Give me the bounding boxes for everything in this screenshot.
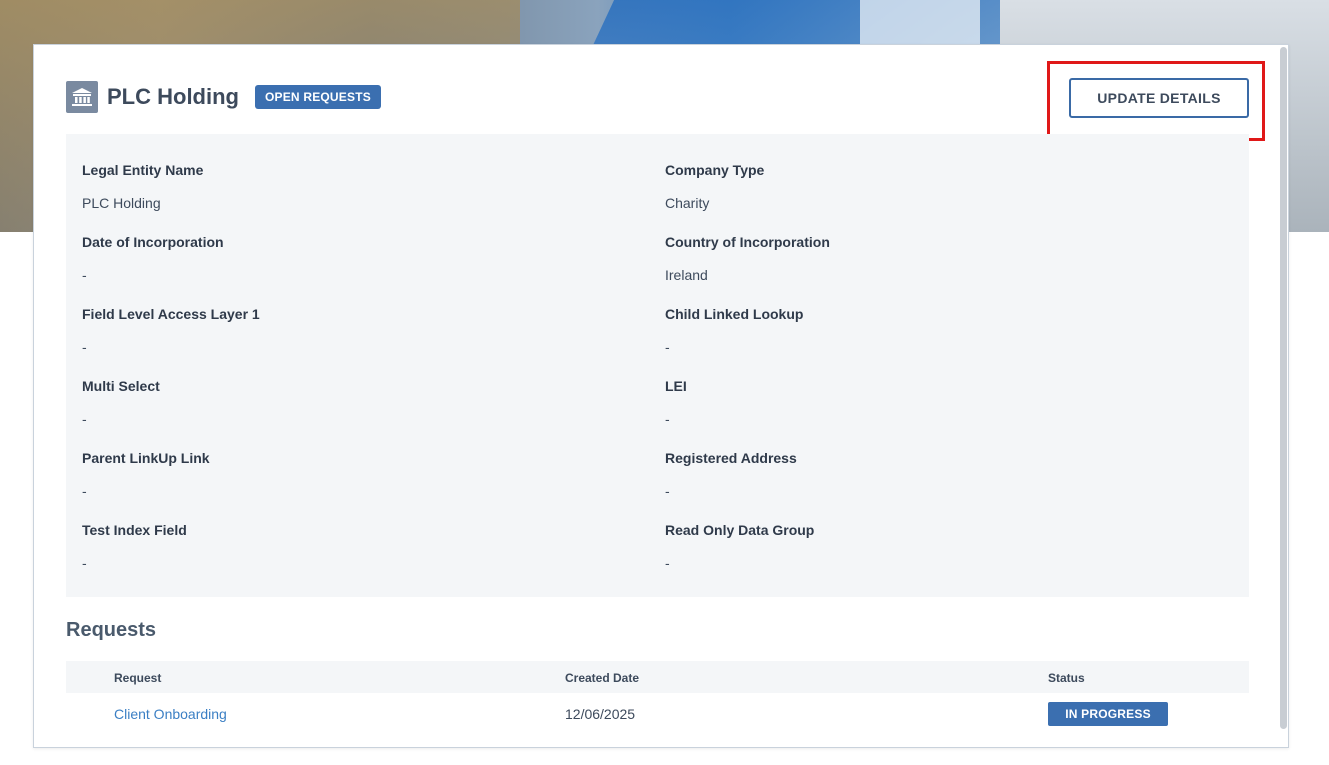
field-read-only-data-group: Read Only Data Group - [665, 522, 1165, 571]
field-label: Registered Address [665, 450, 797, 466]
field-date-of-incorporation: Date of Incorporation - [82, 234, 582, 283]
field-multi-select: Multi Select - [82, 378, 582, 427]
field-lei: LEI - [665, 378, 1165, 427]
field-label: LEI [665, 378, 687, 394]
field-value: - [665, 483, 670, 499]
request-link[interactable]: Client Onboarding [114, 706, 227, 722]
field-value: - [665, 555, 670, 571]
field-label: Date of Incorporation [82, 234, 224, 250]
field-label: Read Only Data Group [665, 522, 815, 538]
field-value: - [82, 555, 87, 571]
open-requests-badge: OPEN REQUESTS [254, 85, 381, 109]
field-label: Multi Select [82, 378, 160, 394]
column-header-status[interactable]: Status [1048, 671, 1085, 685]
field-label: Country of Incorporation [665, 234, 830, 250]
field-country-of-incorporation: Country of Incorporation Ireland [665, 234, 1165, 283]
field-value: - [665, 339, 670, 355]
field-label: Field Level Access Layer 1 [82, 306, 260, 322]
field-child-linked-lookup: Child Linked Lookup - [665, 306, 1165, 355]
scrollbar[interactable] [1280, 47, 1287, 729]
field-label: Child Linked Lookup [665, 306, 804, 322]
entity-header: PLC Holding OPEN REQUESTS [66, 81, 381, 113]
field-value: - [82, 411, 87, 427]
status-badge: IN PROGRESS [1048, 702, 1168, 726]
requests-heading: Requests [66, 619, 157, 641]
column-header-created-date[interactable]: Created Date [565, 671, 639, 685]
field-value: PLC Holding [82, 195, 161, 211]
created-date: 12/06/2025 [565, 706, 636, 722]
field-label: Legal Entity Name [82, 162, 204, 178]
field-value: - [82, 339, 87, 355]
field-parent-linkup-link: Parent LinkUp Link - [82, 450, 582, 499]
field-registered-address: Registered Address - [665, 450, 1165, 499]
table-row: Client Onboarding 12/06/2025 IN PROGRESS [66, 695, 1249, 733]
field-access-layer-1: Field Level Access Layer 1 - [82, 306, 582, 355]
requests-table-header: Request Created Date Status [66, 661, 1249, 693]
field-label: Company Type [665, 162, 765, 178]
update-details-button[interactable]: UPDATE DETAILS [1069, 78, 1249, 118]
field-value: - [82, 483, 87, 499]
column-header-request[interactable]: Request [114, 671, 161, 685]
field-value: - [82, 267, 87, 283]
page-title: PLC Holding [107, 84, 239, 109]
field-legal-entity-name: Legal Entity Name PLC Holding [82, 162, 582, 211]
field-test-index: Test Index Field - [82, 522, 582, 571]
field-label: Parent LinkUp Link [82, 450, 210, 466]
details-panel: Legal Entity Name PLC Holding Company Ty… [66, 134, 1249, 597]
bank-icon [66, 81, 98, 113]
entity-card: PLC Holding OPEN REQUESTS UPDATE DETAILS… [33, 44, 1289, 748]
field-company-type: Company Type Charity [665, 162, 1165, 211]
field-value: Charity [665, 195, 710, 211]
field-value: Ireland [665, 267, 708, 283]
field-value: - [665, 411, 670, 427]
field-label: Test Index Field [82, 522, 187, 538]
